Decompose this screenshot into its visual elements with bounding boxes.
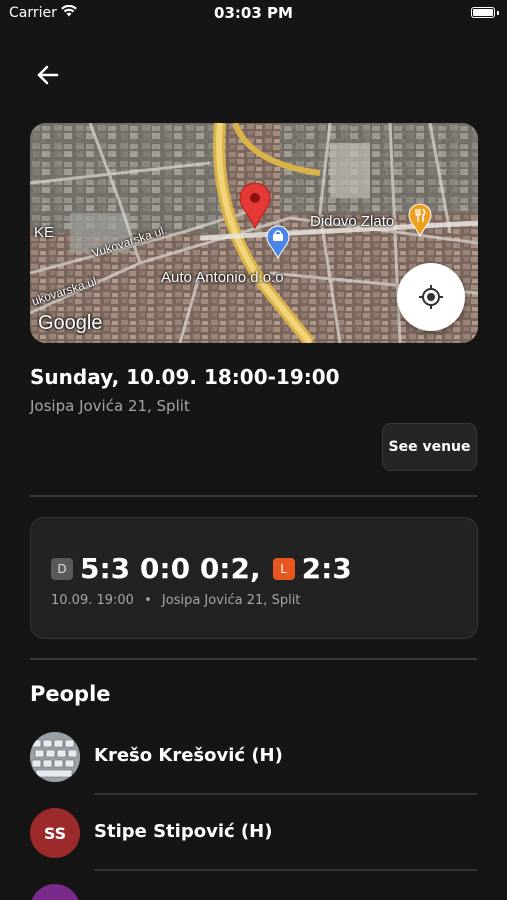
shop-pin-icon[interactable] bbox=[265, 225, 291, 259]
battery-icon bbox=[471, 7, 495, 18]
row-divider bbox=[94, 793, 477, 795]
match-date: 10.09. 19:00 bbox=[51, 593, 134, 608]
people-title: People bbox=[30, 682, 111, 706]
team-d-badge: D bbox=[51, 557, 73, 580]
team-d-score: 5:3 0:0 0:2, bbox=[80, 552, 261, 585]
battery-tip bbox=[497, 11, 499, 15]
event-address: Josipa Jovića 21, Split bbox=[30, 397, 190, 415]
map-label-place1: Didovo Zlato bbox=[310, 213, 395, 230]
score-row: D 5:3 0:0 0:2, L 2:3 bbox=[51, 552, 364, 585]
battery-fill bbox=[473, 9, 493, 16]
keyboard-photo bbox=[30, 732, 80, 782]
person-name: Krešo Krešović (H) bbox=[94, 745, 283, 766]
arrow-left-icon bbox=[37, 65, 59, 85]
google-logo: Google bbox=[38, 312, 103, 334]
person-row[interactable] bbox=[30, 884, 477, 900]
team-l-score: 2:3 bbox=[301, 552, 352, 585]
restaurant-pin-icon[interactable] bbox=[407, 203, 433, 237]
match-meta-separator: • bbox=[144, 593, 152, 608]
person-row[interactable]: Krešo Krešović (H) bbox=[30, 732, 477, 782]
locate-button[interactable] bbox=[397, 263, 465, 331]
person-row[interactable]: SS Stipe Stipović (H) bbox=[30, 808, 477, 858]
map-label-place2: Auto Antonio d.o.o bbox=[161, 269, 284, 286]
screen: Carrier 03:03 PM KE Didovo Zlato Auto An… bbox=[0, 0, 507, 900]
person-name: Stipe Stipović (H) bbox=[94, 821, 273, 842]
avatar: SS bbox=[30, 808, 80, 858]
match-meta: 10.09. 19:00 • Josipa Jovića 21, Split bbox=[51, 593, 300, 608]
locate-icon bbox=[419, 285, 443, 309]
divider bbox=[30, 658, 477, 660]
map-view[interactable]: KE Didovo Zlato Auto Antonio d.o.o Vukov… bbox=[30, 123, 478, 343]
team-l-badge: L bbox=[272, 557, 295, 580]
divider bbox=[30, 495, 477, 497]
avatar-initials: SS bbox=[43, 823, 67, 843]
avatar bbox=[30, 884, 80, 900]
back-button[interactable] bbox=[33, 60, 63, 90]
avatar bbox=[30, 732, 80, 782]
match-card[interactable]: D 5:3 0:0 0:2, L 2:3 10.09. 19:00 • Josi… bbox=[30, 517, 478, 639]
map-label-edge: KE bbox=[34, 224, 55, 241]
see-venue-button[interactable]: See venue bbox=[382, 423, 477, 471]
status-bar: Carrier 03:03 PM bbox=[0, 0, 507, 28]
status-time: 03:03 PM bbox=[214, 4, 293, 22]
match-address: Josipa Jovića 21, Split bbox=[161, 593, 301, 608]
row-divider bbox=[94, 869, 477, 871]
event-title: Sunday, 10.09. 18:00-19:00 bbox=[30, 365, 340, 389]
map-pin-icon[interactable] bbox=[238, 183, 272, 229]
